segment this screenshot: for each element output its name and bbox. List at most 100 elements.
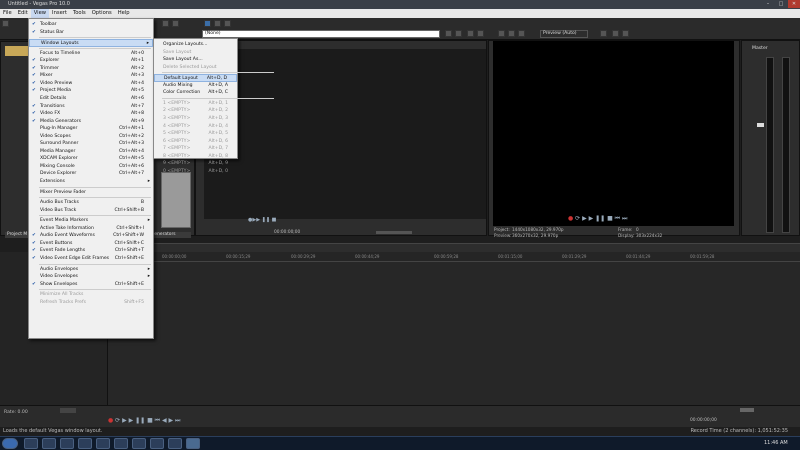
rate-slider[interactable] xyxy=(60,408,76,413)
status-bar: Loads the default Vegas window layout. R… xyxy=(0,427,800,435)
delete-icon[interactable] xyxy=(467,30,474,37)
preview-label: Preview: xyxy=(494,233,512,238)
taskbar-app-5[interactable] xyxy=(96,438,110,449)
menu-item-label: Edit Details xyxy=(40,95,67,101)
snapshot-icon[interactable] xyxy=(204,20,211,27)
menu-separator xyxy=(39,37,151,39)
external-monitor-icon[interactable] xyxy=(224,20,231,27)
taskbar-app-8[interactable] xyxy=(150,438,164,449)
menu-item-label: Audio Event Waveforms xyxy=(40,233,95,239)
preview-quality-select[interactable]: Preview (Auto) xyxy=(540,30,588,38)
new-icon[interactable] xyxy=(2,20,9,27)
menu-item-label: Mixing Console xyxy=(40,163,75,169)
timeline-track-area[interactable] xyxy=(108,262,800,405)
menu-item-shortcut: Alt+D, C xyxy=(208,90,228,96)
menu-item-status-bar[interactable]: ✔ Status Bar xyxy=(29,29,153,37)
ruler-label: 00:00:59;28 xyxy=(434,254,459,259)
maximize-icon[interactable]: □ xyxy=(775,0,787,8)
timeline-ruler[interactable]: 00:00:00;00 00:00:15;29 00:00:29;29 00:0… xyxy=(108,252,800,262)
taskbar-app-6[interactable] xyxy=(114,438,128,449)
copy-snapshot-icon[interactable] xyxy=(612,30,619,37)
taskbar-app-7[interactable] xyxy=(132,438,146,449)
ruler-label: 00:01:44;29 xyxy=(626,254,651,259)
menu-separator xyxy=(39,197,151,199)
taskbar-app-3[interactable] xyxy=(60,438,74,449)
save-snapshot-icon[interactable] xyxy=(622,30,629,37)
system-clock: 11:46 AM xyxy=(764,440,788,446)
ruler-label: 00:00:15;29 xyxy=(226,254,251,259)
menu-separator xyxy=(39,47,151,49)
timeline-transport-controls: ● ⟳ ▶ ▶ ❚❚ ■ ⏮ ◀ ▶ ⏭ xyxy=(108,417,180,425)
split-icon[interactable] xyxy=(214,20,221,27)
menu-item-delete-selected-layout: Delete Selected Layout xyxy=(154,64,237,72)
menu-item-label: Save Layout As... xyxy=(163,57,203,63)
trimmer-tool-icon[interactable] xyxy=(162,20,169,27)
menu-item-extensions[interactable]: Extensions ▸ xyxy=(29,178,153,186)
menu-item-video-event-edge-edit-frames[interactable]: ✔ Video Event Edge Edit Frames Ctrl+Shift+… xyxy=(29,255,153,263)
menu-item-label: Minimize All Tracks xyxy=(40,292,84,298)
trimmer-tool-icon-2[interactable] xyxy=(172,20,179,27)
menu-item-label: Organize Layouts... xyxy=(163,42,208,47)
taskbar-app-9[interactable] xyxy=(168,438,182,449)
menu-insert[interactable]: Insert xyxy=(49,9,70,18)
properties-icon[interactable] xyxy=(477,30,484,37)
menu-help[interactable]: Help xyxy=(115,9,133,18)
menu-item-video-bus-track[interactable]: Video Bus Track Ctrl+Shift+B xyxy=(29,207,153,215)
title-bar: Untitled - Vegas Pro 10.0 – □ ✕ xyxy=(0,0,800,9)
menu-item-label: Audio Envelopes xyxy=(40,266,79,272)
ruler-label: 00:01:15;00 xyxy=(498,254,523,259)
timeline-play-icon[interactable]: ⟳ ▶ ▶ ❚❚ ■ ⏮ ◀ ▶ ⏭ xyxy=(113,417,180,424)
check-icon: ✔ xyxy=(32,255,36,261)
menu-item-label: 1 <EMPTY> xyxy=(163,100,191,106)
trimmer-transport: ●▶▶ ❚❚ ■ xyxy=(248,217,398,224)
menu-file[interactable]: File xyxy=(0,9,15,18)
trimmer-slider[interactable] xyxy=(376,231,412,234)
preview-device-icon[interactable] xyxy=(508,30,515,37)
menu-tools[interactable]: Tools xyxy=(70,9,89,18)
menu-item-label: Device Explorer xyxy=(40,171,77,177)
menu-item-label: Save Layout xyxy=(163,49,192,55)
mixer-title: Master xyxy=(752,46,768,51)
menu-item-label: 8 <EMPTY> xyxy=(163,153,191,159)
menu-item-label: 6 <EMPTY> xyxy=(163,138,191,144)
ruler-label: 00:00:44;29 xyxy=(355,254,380,259)
menu-item-label: Video Event Edge Edit Frames xyxy=(40,255,110,261)
menu-item-show-envelopes[interactable]: ✔ Show Envelopes Ctrl+Shift+E xyxy=(29,281,153,289)
tab-generators[interactable]: Generators xyxy=(149,232,191,238)
open-icon[interactable] xyxy=(445,30,452,37)
menu-item-label: Mixer xyxy=(40,73,53,79)
menu-item-window-layouts[interactable]: Window Layouts ▸ xyxy=(29,39,153,48)
display-info: 303x224x32 xyxy=(636,233,663,238)
menu-separator xyxy=(39,289,151,291)
start-button[interactable] xyxy=(2,438,18,449)
menu-separator xyxy=(39,215,151,217)
close-icon[interactable]: ✕ xyxy=(788,0,800,8)
minimize-icon[interactable]: – xyxy=(762,0,774,8)
menu-item-mixer-preview-fader[interactable]: Mixer Preview Fader xyxy=(29,189,153,197)
preview-play-icon[interactable]: ⟳ ▶ ▶ ❚❚ ■ ⏮ ⏭ xyxy=(573,215,627,222)
menu-options[interactable]: Options xyxy=(89,9,115,18)
master-mixer-panel: Master xyxy=(741,40,800,236)
preview-props-icon[interactable] xyxy=(498,30,505,37)
status-message: Loads the default Vegas window layout. xyxy=(3,428,103,434)
overlays-icon[interactable] xyxy=(600,30,607,37)
zoom-slider[interactable] xyxy=(740,408,754,412)
taskbar-app-1[interactable] xyxy=(24,438,38,449)
menu-item-color-correction[interactable]: Color Correction Alt+D, C xyxy=(154,89,237,97)
menu-separator xyxy=(39,263,151,265)
ruler-label: 00:00:00;00 xyxy=(162,254,187,259)
taskbar-app-4[interactable] xyxy=(78,438,92,449)
taskbar-vegas[interactable] xyxy=(186,438,200,449)
menu-edit[interactable]: Edit xyxy=(15,9,31,18)
menu-item-label: Video Envelopes xyxy=(40,274,78,280)
split-screen-icon[interactable] xyxy=(518,30,525,37)
menu-item-label: Explorer xyxy=(40,58,60,64)
menu-item-label: Video Preview xyxy=(40,80,73,86)
taskbar-app-2[interactable] xyxy=(42,438,56,449)
trimmer-media-select[interactable]: (None) xyxy=(202,30,440,38)
menu-view[interactable]: View xyxy=(30,9,50,18)
record-icon[interactable]: ●▶▶ ❚❚ ■ xyxy=(248,217,276,223)
master-fader[interactable] xyxy=(757,123,764,127)
menu-item-label: 5 <EMPTY> xyxy=(163,131,191,137)
edit-icon[interactable] xyxy=(455,30,462,37)
